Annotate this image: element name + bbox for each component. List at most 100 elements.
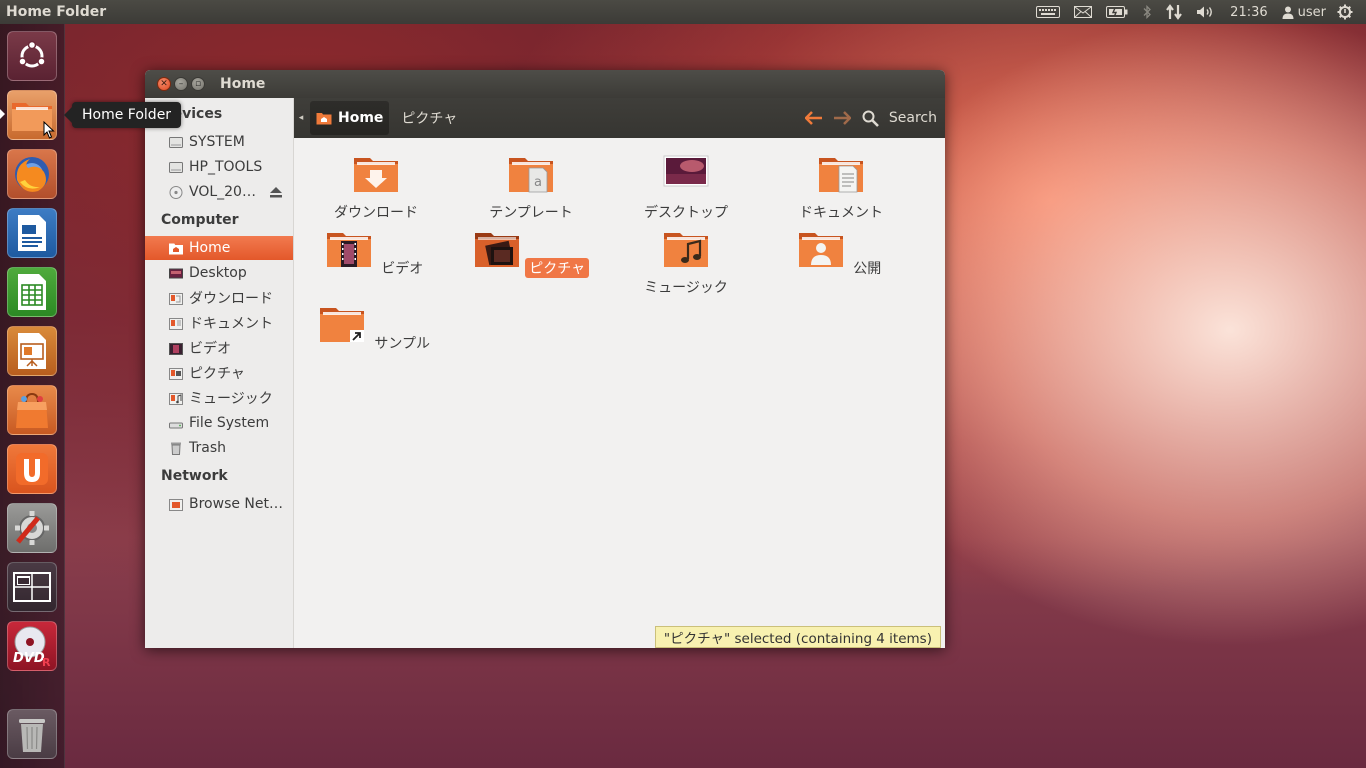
- file-item-desktop[interactable]: デスクトップ: [626, 154, 746, 222]
- keyboard-icon[interactable]: [1029, 0, 1067, 24]
- sidebar-item-pictures[interactable]: ピクチャ: [145, 361, 293, 385]
- path-label-home: Home: [338, 110, 384, 126]
- window-titlebar[interactable]: ✕ – ▫ Home: [145, 70, 945, 98]
- sidebar-item-label: ビデオ: [189, 341, 231, 357]
- network-icon[interactable]: [1159, 0, 1189, 24]
- eject-icon[interactable]: [269, 186, 283, 199]
- drive-icon: [169, 136, 183, 148]
- firefox-icon: [15, 157, 49, 192]
- sidebar-item-downloads[interactable]: ダウンロード: [145, 286, 293, 310]
- file-manager-window: ✕ – ▫ Home Devices SYSTEM HP_TOOLS VOL_2…: [145, 70, 945, 648]
- file-item-label: ダウンロード: [334, 205, 418, 221]
- launcher-firefox[interactable]: [7, 149, 57, 199]
- drive-icon: [169, 161, 183, 173]
- search-button[interactable]: Search: [862, 110, 937, 127]
- sidebar-item-label: Desktop: [189, 265, 247, 281]
- file-item-music[interactable]: ミュージック: [626, 229, 746, 297]
- sidebar-item-hp-tools[interactable]: HP_TOOLS: [145, 155, 293, 179]
- launcher-software-center[interactable]: [7, 385, 57, 435]
- sidebar-item-documents[interactable]: ドキュメント: [145, 311, 293, 335]
- video-folder-icon: [326, 233, 371, 267]
- file-view[interactable]: ダウンロード a テンプレート デスクトップ ドキュメント ビデオ ピクチャ ミ…: [294, 138, 945, 648]
- settings-gear-icon: [15, 511, 49, 545]
- selection-status-bar: "ピクチャ" selected (containing 4 items): [654, 626, 941, 648]
- launcher-dvd-burner[interactable]: DVD R: [7, 621, 57, 671]
- file-item-label: ピクチャ: [525, 258, 590, 278]
- file-item-label: サンプル: [374, 336, 431, 352]
- bluetooth-icon[interactable]: [1135, 0, 1159, 24]
- battery-icon[interactable]: [1099, 0, 1135, 24]
- writer-icon: [18, 215, 46, 251]
- file-item-templates[interactable]: a テンプレート: [471, 154, 591, 222]
- file-item-label: ドキュメント: [799, 205, 883, 221]
- launcher-workspace-switcher[interactable]: [7, 562, 57, 612]
- file-item-downloads[interactable]: ダウンロード: [316, 154, 436, 222]
- file-item-label: ミュージック: [644, 280, 728, 296]
- launcher-trash[interactable]: [7, 709, 57, 759]
- file-item-samples[interactable]: サンプル: [316, 304, 436, 353]
- launcher-writer[interactable]: [7, 208, 57, 258]
- active-indicator: [0, 109, 5, 119]
- download-folder-icon: [354, 158, 398, 192]
- sidebar-item-music[interactable]: ミュージック: [145, 386, 293, 410]
- disc-icon: [169, 185, 183, 199]
- symlink-folder-icon: [319, 308, 364, 342]
- launcher-ubuntu-one[interactable]: [7, 444, 57, 494]
- computer-heading: Computer: [161, 212, 239, 228]
- documents-folder-icon: [819, 158, 863, 193]
- path-scroll-left-button[interactable]: ◂: [294, 98, 308, 138]
- launcher-calc[interactable]: [7, 267, 57, 317]
- svg-text:DVD: DVD: [13, 651, 45, 666]
- minimize-button[interactable]: –: [174, 77, 188, 91]
- music-folder-icon: [664, 233, 708, 267]
- sidebar-item-vol[interactable]: VOL_20…: [145, 180, 293, 204]
- user-menu[interactable]: user: [1275, 0, 1330, 24]
- public-folder-icon: [798, 233, 843, 267]
- documents-folder-icon: [169, 317, 183, 330]
- session-gear-icon[interactable]: [1330, 0, 1360, 24]
- network-folder-icon: [169, 498, 183, 511]
- file-item-public[interactable]: 公開: [781, 229, 901, 278]
- sidebar-item-label: File System: [189, 415, 270, 431]
- sidebar-item-trash[interactable]: Trash: [145, 436, 293, 460]
- file-item-documents[interactable]: ドキュメント: [781, 154, 901, 222]
- sidebar-item-label: Trash: [189, 440, 226, 456]
- launcher-impress[interactable]: [7, 326, 57, 376]
- mail-icon[interactable]: [1067, 0, 1099, 24]
- templates-folder-icon: a: [509, 158, 553, 193]
- svg-text:a: a: [534, 175, 542, 190]
- trash-icon: [19, 719, 45, 752]
- back-button[interactable]: [800, 111, 828, 125]
- close-button[interactable]: ✕: [157, 77, 171, 91]
- sidebar-item-home[interactable]: Home: [145, 236, 293, 260]
- toolbar-right: Search: [800, 110, 945, 127]
- sidebar-item-system[interactable]: SYSTEM: [145, 130, 293, 154]
- svg-text:R: R: [42, 656, 51, 668]
- location-toolbar: ◂ Home ピクチャ Search: [294, 98, 945, 138]
- volume-icon[interactable]: [1189, 0, 1223, 24]
- download-folder-icon: [169, 292, 183, 305]
- sidebar-item-browse-network[interactable]: Browse Net…: [145, 492, 293, 516]
- forward-button[interactable]: [828, 111, 856, 125]
- path-button-pictures[interactable]: ピクチャ: [395, 101, 463, 135]
- file-item-pictures[interactable]: ピクチャ: [471, 229, 591, 278]
- arrow-left-icon: [804, 111, 822, 125]
- ubuntu-one-icon: [16, 453, 48, 485]
- clock[interactable]: 21:36: [1223, 0, 1274, 24]
- music-folder-icon: [169, 392, 183, 405]
- file-item-videos[interactable]: ビデオ: [316, 229, 436, 278]
- launcher-tooltip: Home Folder: [63, 102, 182, 128]
- file-item-label: デスクトップ: [644, 205, 728, 221]
- launcher-system-settings[interactable]: [7, 503, 57, 553]
- user-icon: [1282, 6, 1294, 19]
- sidebar-item-desktop[interactable]: Desktop: [145, 261, 293, 285]
- launcher: DVD R: [0, 24, 65, 768]
- path-button-home[interactable]: Home: [310, 101, 390, 135]
- shopping-bag-icon: [16, 392, 48, 428]
- dash-home-button[interactable]: [7, 31, 57, 81]
- file-item-label: テンプレート: [489, 205, 573, 221]
- mouse-cursor-icon: [43, 121, 55, 139]
- maximize-button[interactable]: ▫: [191, 77, 205, 91]
- sidebar-item-videos[interactable]: ビデオ: [145, 336, 293, 360]
- sidebar-item-file-system[interactable]: File System: [145, 411, 293, 435]
